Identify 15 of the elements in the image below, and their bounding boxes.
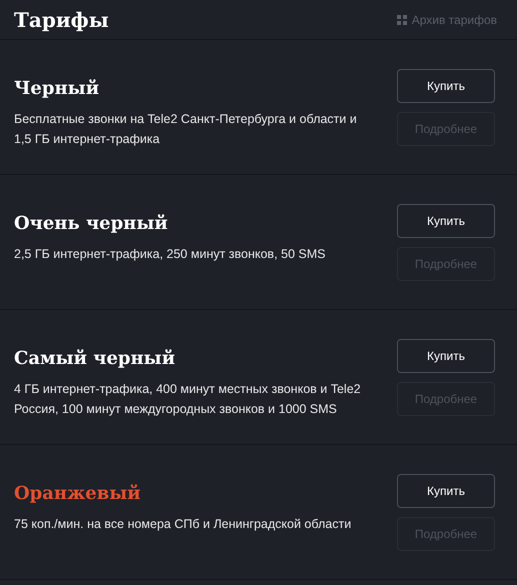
archive-link[interactable]: Архив тарифов	[396, 12, 497, 26]
page-title: Тарифы	[14, 8, 109, 32]
tariff-description: Бесплатные звонки на Tele2 Санкт-Петербурга и области и 1,5 ГБ интернет-трафика	[14, 111, 358, 148]
tariff-description: 2,5 ГБ интернет-трафика, 250 минут звонков, 50 SMS	[14, 246, 326, 263]
tariff-name: Оранжевый	[14, 482, 142, 506]
tariff-name: Очень черный	[14, 212, 169, 236]
buy-button[interactable]: Купить	[397, 339, 495, 373]
buy-button[interactable]: Купить	[397, 69, 495, 103]
tariff-description: 75 коп./мин. на все номера СПб и Ленинградской области	[14, 516, 352, 533]
buy-button[interactable]: Купить	[397, 474, 495, 508]
tariff-name: Самый черный	[14, 347, 176, 371]
tariff-name: Черный	[14, 77, 100, 101]
tariff-description: 4 ГБ интернет-трафика, 400 минут местных звонков и Tele2 Россия, 100 минут междугородных звонков и 1000 SMS	[14, 381, 362, 418]
buy-button[interactable]: Купить	[397, 204, 495, 238]
grid-icon	[396, 14, 407, 24]
